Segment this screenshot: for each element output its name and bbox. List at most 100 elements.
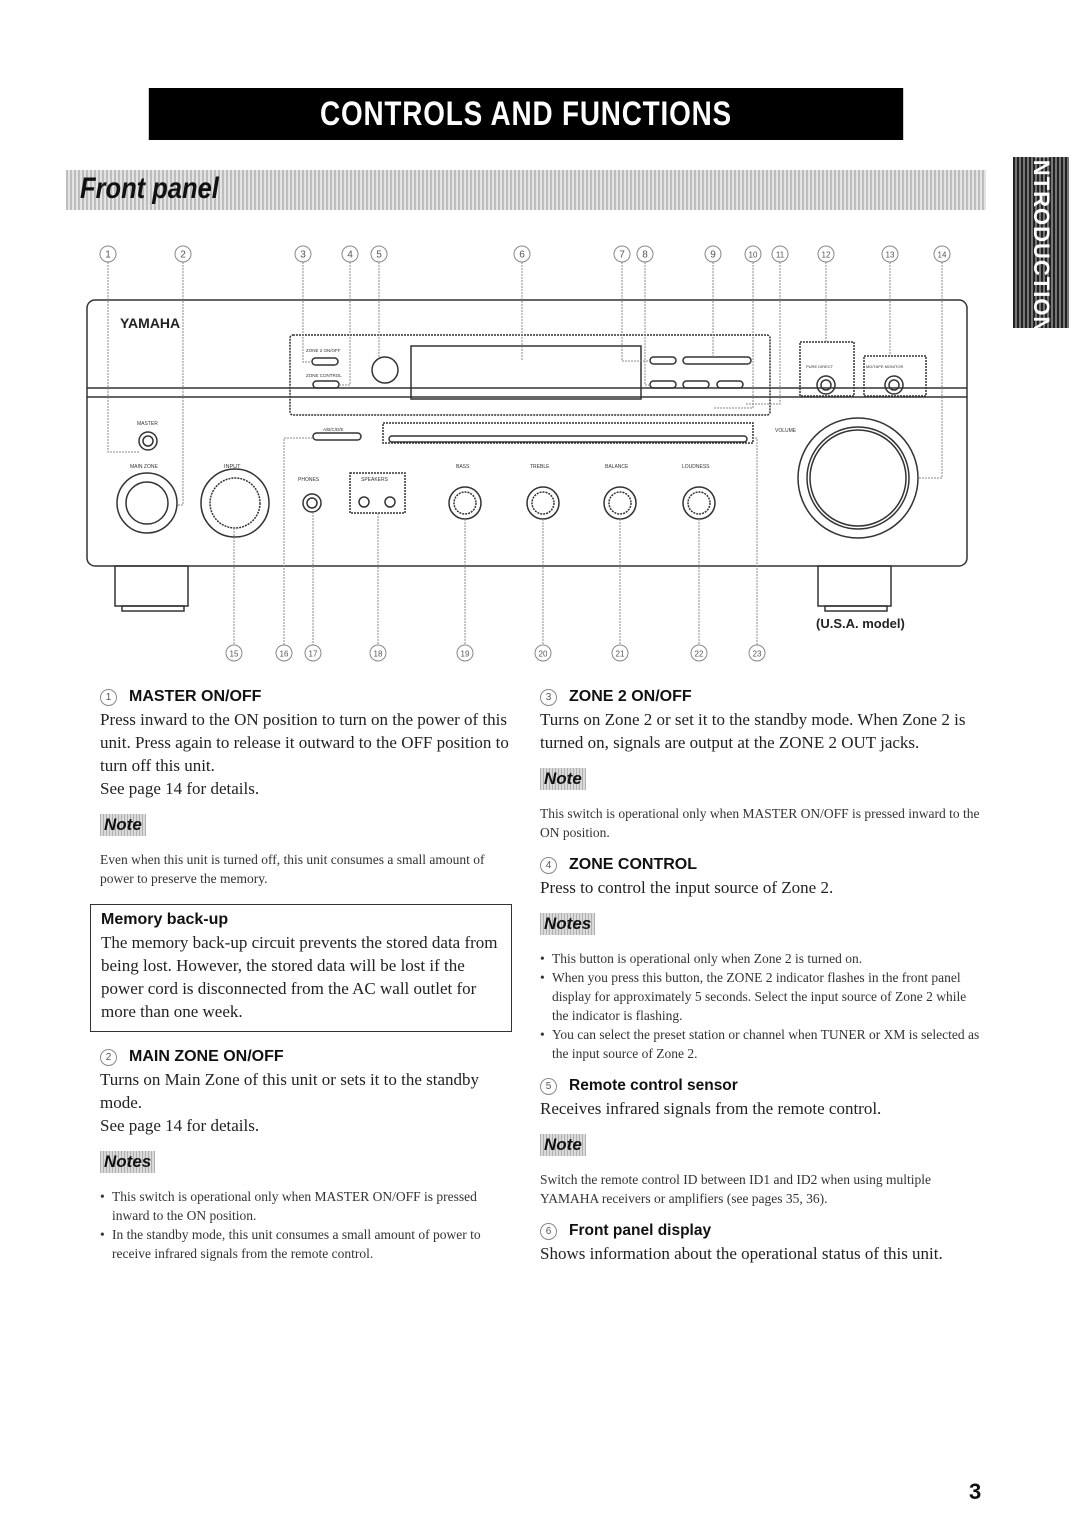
- note-tag: Note: [100, 814, 146, 836]
- note-item: You can select the preset station or cha…: [540, 1025, 980, 1063]
- callout-bottom-label: 18: [374, 650, 383, 659]
- callout-top-label: 1: [105, 250, 111, 261]
- page-banner: CONTROLS AND FUNCTIONS: [148, 88, 904, 140]
- main-zone-see-page: See page 14 for details.: [100, 1116, 260, 1135]
- callout-number: 2: [100, 1048, 117, 1066]
- label-bass: BASS: [456, 464, 470, 470]
- heading-master-onoff: 1 MASTER ON/OFF: [100, 688, 510, 706]
- fm-am-button: [649, 356, 677, 365]
- heading-main-zone-onoff: 2 MAIN ZONE ON/OFF: [100, 1048, 510, 1066]
- zone2-onoff-button: [311, 357, 339, 366]
- callout-number: 1: [100, 688, 117, 706]
- heading-text: MASTER ON/OFF: [129, 688, 262, 705]
- pure-direct-button: [816, 375, 836, 395]
- label-input: INPUT: [224, 464, 241, 470]
- callout-number: 4: [540, 856, 557, 874]
- heading-zone2-onoff: 3 ZONE 2 ON/OFF: [540, 688, 980, 706]
- main-zone-description: Turns on Main Zone of this unit or sets …: [100, 1070, 480, 1112]
- preset-buttons: [388, 435, 748, 443]
- label-abcde: A/B/C/D/E: [323, 427, 344, 432]
- page-number: 3: [969, 1479, 982, 1504]
- remote-sensor: [371, 356, 399, 384]
- label-pure-direct: PURE DIRECT: [806, 364, 834, 369]
- callout-top-label: 6: [519, 250, 525, 261]
- notes-tag: Notes: [100, 1151, 156, 1173]
- label-zone2-onoff: ZONE 2 ON/OFF: [306, 348, 341, 353]
- note-tag: Note: [540, 1134, 586, 1156]
- callout-number: 5: [540, 1077, 557, 1095]
- label-main-zone: MAIN ZONE: [130, 464, 158, 470]
- callout-bottom-label: 22: [695, 650, 704, 659]
- callout-top-label: 2: [180, 250, 186, 261]
- heading-front-panel-display: 6 Front panel display: [540, 1222, 980, 1240]
- left-column: 1 MASTER ON/OFF Press inward to the ON po…: [90, 688, 512, 1263]
- speakers-a-button: [358, 496, 370, 508]
- master-onoff-see-page: See page 14 for details.: [100, 779, 260, 798]
- foot-right: [817, 565, 892, 607]
- zone2-note: This switch is operational only when MAS…: [540, 806, 980, 840]
- callout-bottom-label: 23: [753, 650, 762, 659]
- side-tab: INTRODUCTION: [1013, 152, 1069, 333]
- label-speakers: SPEAKERS: [361, 477, 389, 483]
- front-panel-display: [410, 345, 642, 400]
- zone-control-description: Press to control the input source of Zon…: [540, 878, 834, 897]
- callout-top-label: 8: [642, 250, 648, 261]
- zone2-description: Turns on Zone 2 or set it to the standby…: [540, 710, 966, 752]
- callout-top-label: 7: [619, 250, 625, 261]
- heading-text: MAIN ZONE ON/OFF: [129, 1048, 284, 1065]
- brand-logo: YAMAHA: [120, 315, 180, 331]
- callout-bottom-label: 19: [461, 650, 470, 659]
- callout-bottom-label: 21: [616, 650, 625, 659]
- label-master: MASTER: [137, 421, 158, 427]
- preset-category-button: [312, 432, 362, 441]
- memory-backup-box: Memory back-up The memory back-up circui…: [90, 904, 512, 1032]
- volume-knob: [797, 417, 919, 539]
- note-item: This button is operational only when Zon…: [540, 949, 980, 968]
- model-caption: (U.S.A. model): [816, 616, 905, 631]
- callout-number: 3: [540, 688, 557, 706]
- speakers-b-button: [384, 496, 396, 508]
- remote-sensor-note: Switch the remote control ID between ID1…: [540, 1172, 932, 1206]
- phones-jack: [302, 493, 322, 513]
- remote-sensor-description: Receives infrared signals from the remot…: [540, 1099, 882, 1118]
- callout-top-label: 12: [822, 251, 831, 260]
- memory-button: [682, 380, 710, 389]
- heading-text: ZONE 2 ON/OFF: [569, 688, 692, 705]
- label-treble: TREBLE: [530, 464, 550, 470]
- main-zone-notes: This switch is operational only when MAS…: [100, 1187, 510, 1263]
- heading-remote-sensor: 5 Remote control sensor: [540, 1077, 980, 1095]
- label-zone-control: ZONE CONTROL: [306, 373, 342, 378]
- callout-bottom-label: 15: [230, 650, 239, 659]
- memory-backup-text: The memory back-up circuit prevents the …: [101, 933, 498, 1021]
- tuning-ch-button: [682, 356, 752, 365]
- section-header: Front panel: [66, 170, 986, 210]
- front-panel-diagram: YAMAHA ZONE 2 ON/OFF ZONE CONTROL MASTER…: [86, 245, 968, 662]
- edit-button: [649, 380, 677, 389]
- front-panel-display-description: Shows information about the operational …: [540, 1244, 943, 1263]
- zone-control-button: [312, 380, 340, 389]
- callout-bottom-label: 17: [309, 650, 318, 659]
- heading-zone-control: 4 ZONE CONTROL: [540, 856, 980, 874]
- note-item: This switch is operational only when MAS…: [100, 1187, 510, 1225]
- heading-text: ZONE CONTROL: [569, 856, 697, 873]
- heading-text: Remote control sensor: [569, 1077, 738, 1094]
- master-onoff-description: Press inward to the ON position to turn …: [100, 710, 509, 775]
- callout-top-label: 10: [749, 251, 758, 260]
- callout-top-label: 13: [886, 251, 895, 260]
- zone-control-notes: This button is operational only when Zon…: [540, 949, 980, 1063]
- label-loudness: LOUDNESS: [682, 464, 710, 470]
- md-tape-monitor-button: [884, 375, 904, 395]
- label-volume: VOLUME: [775, 428, 797, 434]
- tuning-mode-button: [716, 380, 744, 389]
- banner-title: CONTROLS AND FUNCTIONS: [320, 95, 732, 133]
- callout-top-label: 5: [376, 250, 382, 261]
- note-item: When you press this button, the ZONE 2 i…: [540, 968, 980, 1025]
- callout-top-label: 14: [938, 251, 947, 260]
- foot-left: [114, 565, 189, 607]
- display-window-frame: [289, 334, 771, 416]
- callout-top-label: 3: [300, 250, 306, 261]
- note-tag: Note: [540, 768, 586, 790]
- callout-top-label: 11: [776, 251, 785, 260]
- section-title: Front panel: [80, 172, 219, 205]
- input-selector-knob: [200, 468, 270, 538]
